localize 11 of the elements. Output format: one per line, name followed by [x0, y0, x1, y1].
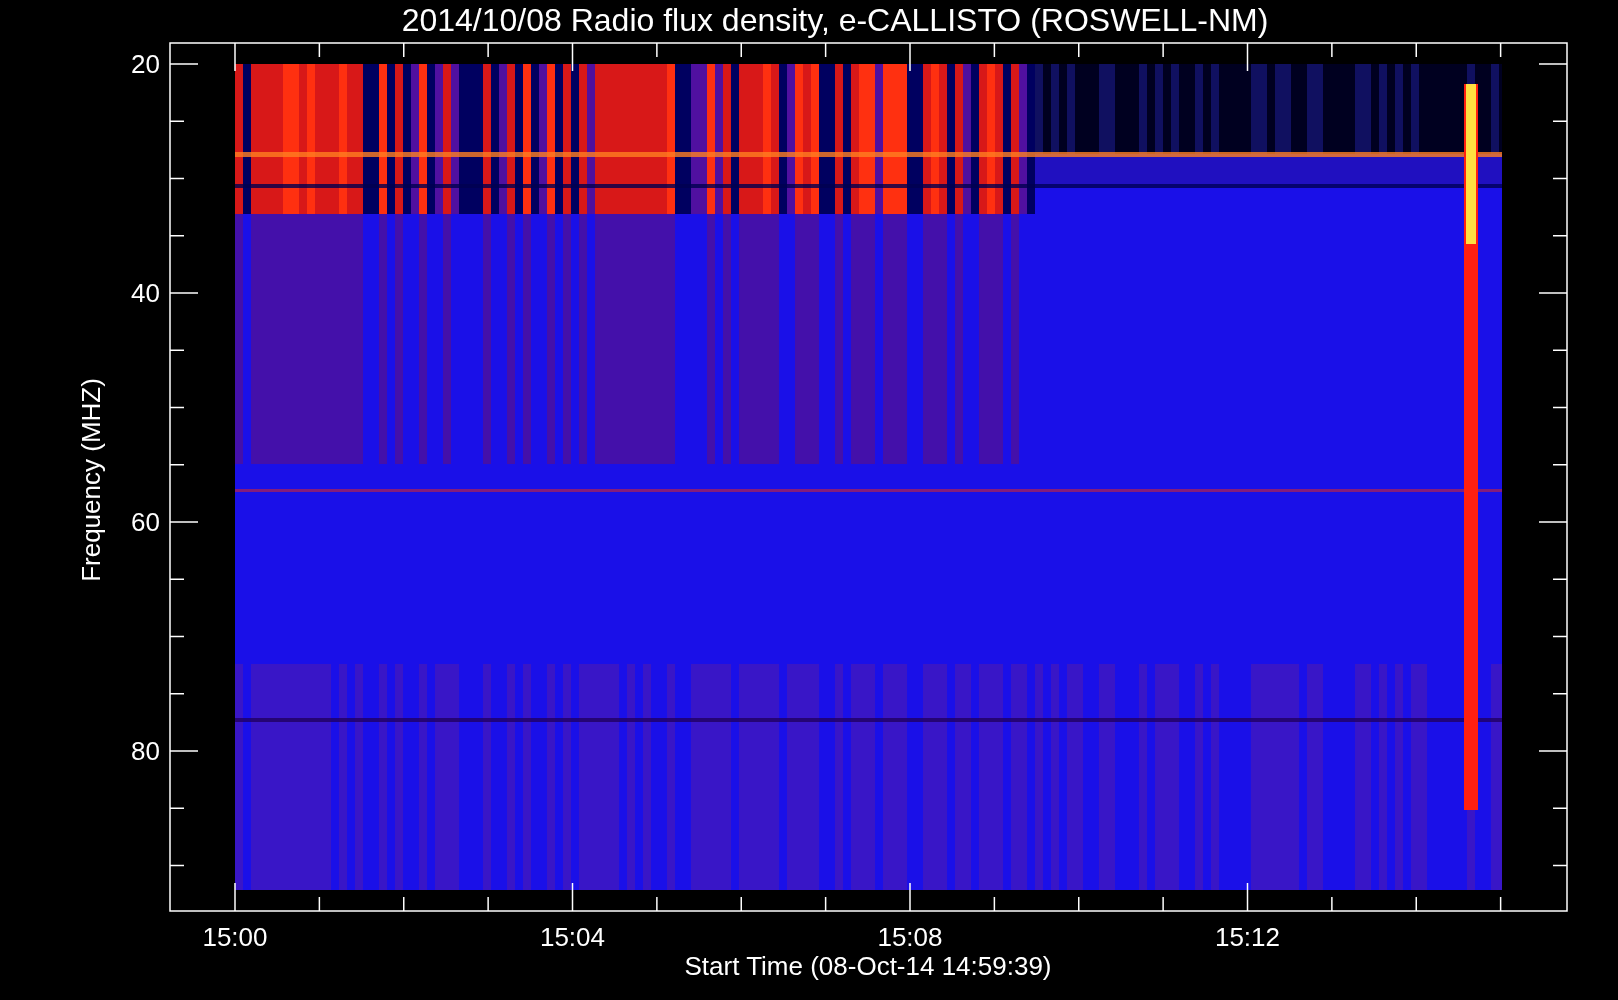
chart-title: 2014/10/08 Radio flux density, e-CALLISTO (ROSWELL-NM) — [401, 2, 1269, 38]
y-axis-label: Frequency (MHZ) — [76, 378, 106, 582]
x-tick-label: 15:00 — [202, 922, 268, 952]
y-tick-label: 80 — [131, 736, 160, 766]
x-axis-label: Start Time (08-Oct-14 14:59:39) — [684, 951, 1052, 981]
x-tick-label: 15:04 — [539, 922, 606, 952]
y-tick-label: 60 — [131, 507, 160, 537]
y-tick-label: 20 — [131, 49, 160, 79]
x-tick-label: 15:08 — [877, 922, 943, 952]
x-tick-label: 15:12 — [1214, 922, 1281, 952]
y-tick-label: 40 — [131, 278, 160, 308]
